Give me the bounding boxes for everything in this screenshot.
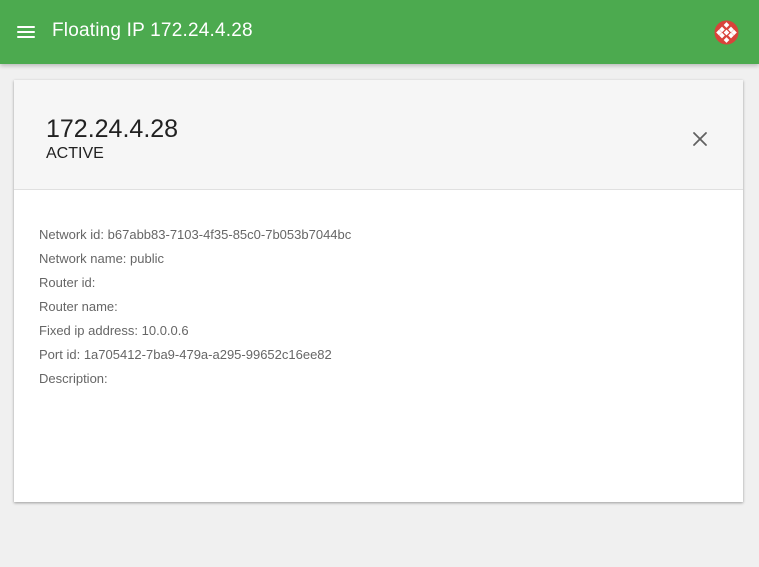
detail-label: Port id:: [39, 347, 81, 362]
network-name-row: Network name: public: [39, 251, 719, 275]
menu-line: [17, 26, 35, 28]
fixed-ip-address-row: Fixed ip address: 10.0.0.6: [39, 323, 719, 347]
detail-value: public: [130, 251, 165, 266]
detail-value: b67abb83-7103-4f35-85c0-7b053b7044bc: [107, 227, 352, 242]
router-name-row: Router name:: [39, 299, 719, 323]
card-header: 172.24.4.28 ACTIVE: [14, 80, 743, 190]
detail-value: 10.0.0.6: [141, 323, 189, 338]
app-bar: Floating IP 172.24.4.28: [0, 0, 759, 64]
detail-label: Network name:: [39, 251, 127, 266]
menu-line: [17, 36, 35, 38]
details-list: Network id: b67abb83-7103-4f35-85c0-7b05…: [39, 227, 719, 395]
description-row: Description:: [39, 371, 719, 395]
port-id-row: Port id: 1a705412-7ba9-479a-a295-99652c1…: [39, 347, 719, 371]
menu-line: [17, 31, 35, 33]
status-label: ACTIVE: [46, 145, 104, 162]
detail-label: Network id:: [39, 227, 105, 242]
detail-label: Fixed ip address:: [39, 323, 138, 338]
router-id-row: Router id:: [39, 275, 719, 299]
floating-ip-detail-card: 172.24.4.28 ACTIVE Network id: b67abb83-…: [14, 80, 743, 502]
detail-label: Router id:: [39, 275, 96, 290]
detail-value: 1a705412-7ba9-479a-a295-99652c16ee82: [83, 347, 332, 362]
card-title: 172.24.4.28: [46, 115, 179, 143]
detail-label: Router name:: [39, 299, 118, 314]
openstack-logo-icon[interactable]: [714, 20, 739, 45]
network-id-row: Network id: b67abb83-7103-4f35-85c0-7b05…: [39, 227, 719, 251]
detail-label: Description:: [39, 371, 108, 386]
hamburger-menu-icon[interactable]: [17, 26, 35, 39]
page-title: Floating IP 172.24.4.28: [52, 20, 253, 41]
close-icon[interactable]: [690, 129, 710, 149]
